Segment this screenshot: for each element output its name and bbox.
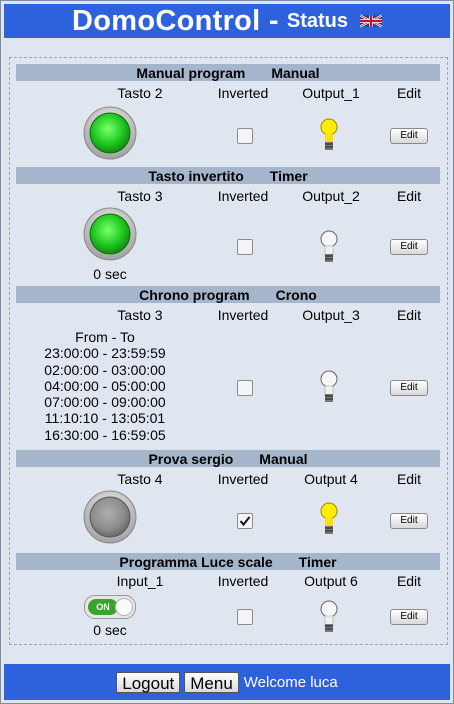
edit-button[interactable]: Edit bbox=[390, 239, 428, 255]
logout-button[interactable]: Logout bbox=[116, 671, 181, 693]
program-mode: Crono bbox=[275, 286, 317, 303]
output-label: Output_2 bbox=[302, 188, 360, 204]
inverted-checkbox-checked[interactable] bbox=[237, 513, 253, 529]
program-header: Chrono program Crono bbox=[16, 286, 440, 303]
input-label: Tasto 2 bbox=[117, 85, 163, 101]
program-mode: Manual bbox=[259, 450, 308, 467]
schedule-item: 02:00:00 - 03:00:00 bbox=[44, 361, 166, 378]
inverted-label: Inverted bbox=[217, 188, 269, 204]
schedule-item: 23:00:00 - 23:59:59 bbox=[44, 345, 166, 362]
edit-label: Edit bbox=[396, 471, 422, 487]
schedule-item: 04:00:00 - 05:00:00 bbox=[44, 377, 166, 394]
program-mode: Timer bbox=[298, 553, 337, 570]
uk-flag-icon[interactable] bbox=[359, 14, 382, 28]
input-knob-on-icon[interactable] bbox=[83, 207, 137, 261]
program-name: Tasto invertito bbox=[148, 167, 244, 184]
page-footer: Logout Menu Welcome luca bbox=[4, 664, 450, 700]
programs-panel: Manual program Manual Tasto 2 Inverted O… bbox=[9, 57, 448, 645]
input-knob-off-icon[interactable] bbox=[83, 490, 137, 544]
output-label: Output 6 bbox=[304, 573, 358, 589]
program-name: Prova sergio bbox=[148, 450, 234, 467]
inverted-checkbox[interactable] bbox=[237, 609, 253, 625]
program-name: Chrono program bbox=[139, 286, 250, 303]
output-label: Output_1 bbox=[302, 85, 360, 101]
inverted-label: Inverted bbox=[217, 471, 269, 487]
edit-label: Edit bbox=[396, 573, 422, 589]
schedule-header: From - To bbox=[75, 329, 135, 345]
edit-label: Edit bbox=[396, 307, 422, 323]
edit-button[interactable]: Edit bbox=[390, 513, 428, 529]
checkmark-icon bbox=[239, 516, 251, 527]
schedule-item: 16:30:00 - 16:59:05 bbox=[44, 426, 166, 443]
program-header: Manual program Manual bbox=[16, 64, 440, 81]
input-knob-on-icon[interactable] bbox=[83, 106, 137, 160]
edit-label: Edit bbox=[396, 188, 422, 204]
input-toggle-switch[interactable]: ON bbox=[84, 595, 136, 619]
edit-label: Edit bbox=[396, 85, 422, 101]
schedule-list: From - To 23:00:00 - 23:59:59 02:00:00 -… bbox=[40, 329, 170, 443]
lightbulb-on-icon bbox=[320, 118, 338, 150]
lightbulb-on-icon bbox=[320, 502, 338, 534]
program-header: Tasto invertito Timer bbox=[16, 167, 440, 184]
app-title: DomoControl - bbox=[72, 4, 279, 37]
lightbulb-off-icon bbox=[320, 600, 338, 632]
program-name: Manual program bbox=[136, 64, 246, 81]
lightbulb-off-icon bbox=[320, 230, 338, 262]
toggle-on-label: ON bbox=[88, 599, 118, 615]
inverted-checkbox[interactable] bbox=[237, 380, 253, 396]
page-header: DomoControl - Status bbox=[4, 4, 450, 38]
program-mode: Manual bbox=[271, 64, 320, 81]
output-label: Output_3 bbox=[302, 307, 360, 323]
toggle-knob bbox=[115, 598, 133, 616]
edit-button[interactable]: Edit bbox=[390, 380, 428, 396]
edit-button[interactable]: Edit bbox=[390, 609, 428, 625]
input-label: Tasto 4 bbox=[117, 471, 163, 487]
menu-button[interactable]: Menu bbox=[184, 671, 239, 693]
welcome-text: Welcome luca bbox=[243, 673, 338, 691]
lightbulb-off-icon bbox=[320, 370, 338, 402]
inverted-checkbox[interactable] bbox=[237, 239, 253, 255]
input-label: Tasto 3 bbox=[117, 307, 163, 323]
edit-button[interactable]: Edit bbox=[390, 128, 428, 144]
output-label: Output 4 bbox=[304, 471, 358, 487]
program-header: Prova sergio Manual bbox=[16, 450, 440, 467]
timer-value: 0 sec bbox=[93, 266, 127, 282]
page-subtitle: Status bbox=[286, 9, 348, 32]
program-header: Programma Luce scale Timer bbox=[16, 553, 440, 570]
program-name: Programma Luce scale bbox=[119, 553, 273, 570]
input-label: Tasto 3 bbox=[117, 188, 163, 204]
input-label: Input_1 bbox=[116, 573, 164, 589]
program-mode: Timer bbox=[269, 167, 308, 184]
inverted-label: Inverted bbox=[217, 85, 269, 101]
inverted-label: Inverted bbox=[217, 307, 269, 323]
schedule-item: 11:10:10 - 13:05:01 bbox=[44, 410, 166, 427]
inverted-checkbox[interactable] bbox=[237, 128, 253, 144]
timer-value: 0 sec bbox=[93, 622, 127, 638]
inverted-label: Inverted bbox=[217, 573, 269, 589]
schedule-item: 07:00:00 - 09:00:00 bbox=[44, 394, 166, 411]
